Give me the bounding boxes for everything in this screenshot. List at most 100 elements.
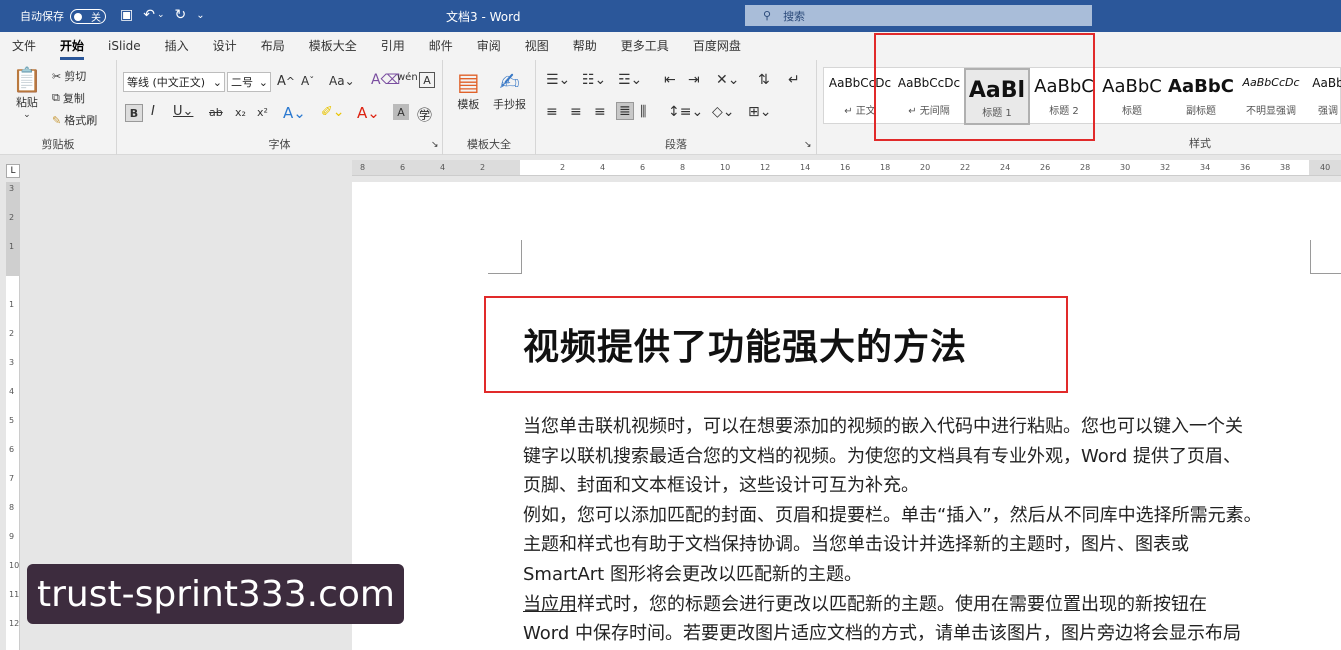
style-6[interactable]: AaBbCcDc 不明显强调	[1236, 68, 1306, 125]
italic-button[interactable]: I	[151, 104, 155, 119]
phonetic-guide-icon[interactable]: wén	[397, 72, 418, 83]
sketch-button[interactable]: ✍ 手抄报	[493, 68, 526, 112]
bullets-icon[interactable]: ☰⌄	[546, 72, 570, 88]
char-shading-icon[interactable]: A	[393, 104, 409, 120]
shrink-font-button[interactable]: Aˇ	[301, 74, 314, 88]
title-bar: 自动保存 关 ▣ ↶ ⌄ ↻ ⌄ 文档3 - Word ⚲ 搜索	[0, 0, 1341, 32]
sort-icon[interactable]: ⇅	[758, 72, 770, 88]
save-icon[interactable]: ▣	[120, 7, 133, 23]
superscript-button[interactable]: x²	[257, 106, 268, 119]
text-effects-icon[interactable]: A⌄	[283, 104, 306, 122]
crop-mark-left	[488, 240, 522, 274]
tab-2[interactable]: iSlide	[96, 32, 153, 60]
tab-6[interactable]: 模板大全	[297, 32, 369, 60]
document-title: 文档3 - Word	[446, 10, 521, 24]
char-border-icon[interactable]: A	[419, 72, 435, 88]
paragraph-group: ☰⌄ ☷⌄ ☲⌄ ⇤ ⇥ ✕⌄ ⇅ ↵ ≡ ≡ ≡ ≣ ⫼ ↕≡⌄ ◇⌄ ⊞⌄ …	[536, 60, 817, 155]
autosave-label: 自动保存	[20, 10, 64, 23]
ruler-label: 28	[1080, 163, 1091, 172]
vertical-ruler[interactable]: 3 2 1 1 2 3 4 5 6 7 8 9 10 11 12	[6, 182, 20, 650]
body-line: 页脚、封面和文本框设计，这些设计可互为补充。	[523, 475, 919, 497]
customize-icon[interactable]: ⌄	[196, 10, 204, 21]
justify-icon[interactable]: ≣	[616, 102, 634, 120]
change-case-button[interactable]: Aa⌄	[329, 74, 355, 88]
bold-button[interactable]: B	[125, 104, 143, 122]
ruler-label: 40	[1320, 163, 1331, 172]
tab-selector[interactable]: L	[6, 164, 20, 178]
tab-3[interactable]: 插入	[153, 32, 201, 60]
redo-icon[interactable]: ↻	[175, 7, 187, 23]
horizontal-ruler[interactable]: 8 6 4 2 2 4 6 8 10 12 14 16 18 20 22 24 26 28 30 32 34 36 38 40	[352, 160, 1341, 176]
tab-5[interactable]: 布局	[249, 32, 297, 60]
enclose-char-icon[interactable]: ㊫	[417, 104, 432, 125]
align-center-icon[interactable]: ≡	[570, 104, 582, 120]
scissors-icon: ✂	[52, 69, 62, 83]
document-body[interactable]: 当您单击联机视频时，可以在想要添加的视频的嵌入代码中进行粘贴。您也可以键入一个关…	[523, 412, 1313, 649]
format-painter-button[interactable]: ✎ 格式刷	[52, 112, 97, 128]
multilevel-list-icon[interactable]: ☲⌄	[618, 72, 642, 88]
body-line: 当您单击联机视频时，可以在想要添加的视频的嵌入代码中进行粘贴。您也可以键入一个关	[523, 416, 1243, 437]
tab-12[interactable]: 更多工具	[609, 32, 681, 60]
underline-button[interactable]: U ⌄	[173, 104, 193, 119]
vruler-label: 10	[9, 561, 20, 570]
strikethrough-button[interactable]: ab	[209, 106, 223, 119]
show-marks-icon[interactable]: ↵	[788, 72, 800, 88]
paste-button[interactable]: 📋 粘贴 ⌄	[12, 66, 42, 120]
style-5[interactable]: AaBbC 副标题	[1168, 68, 1234, 125]
distribute-icon[interactable]: ⫼	[640, 104, 646, 120]
increase-indent-icon[interactable]: ⇥	[688, 72, 700, 88]
tab-4[interactable]: 设计	[201, 32, 249, 60]
ruler-label: 6	[640, 163, 646, 172]
align-left-icon[interactable]: ≡	[546, 104, 558, 120]
chinese-layout-icon[interactable]: ✕⌄	[716, 72, 739, 88]
line-spacing-icon[interactable]: ↕≡⌄	[668, 104, 703, 120]
copy-button[interactable]: ⧉ 复制	[52, 90, 85, 106]
paragraph-group-label: 段落	[665, 138, 687, 151]
tab-7[interactable]: 引用	[369, 32, 417, 60]
style-4[interactable]: AaBbC 标题	[1098, 68, 1166, 125]
watermark: trust-sprint333.com	[27, 564, 404, 624]
clipboard-group: 📋 粘贴 ⌄ ✂ 剪切 ⧉ 复制 ✎ 格式刷 剪贴板	[0, 60, 117, 155]
grow-font-button[interactable]: A ^	[277, 74, 295, 89]
vruler-label: 5	[9, 416, 15, 425]
templates-button[interactable]: ▤ 模板	[457, 68, 480, 112]
ruler-label: 22	[960, 163, 971, 172]
numbering-icon[interactable]: ☷⌄	[582, 72, 606, 88]
ruler-label: 12	[760, 163, 771, 172]
highlight-icon[interactable]: ✐⌄	[321, 104, 344, 120]
tab-1[interactable]: 开始	[48, 32, 96, 60]
shading-icon[interactable]: ◇⌄	[712, 104, 735, 120]
ruler-label: 14	[800, 163, 811, 172]
ruler-label: 16	[840, 163, 851, 172]
search-box[interactable]: ⚲ 搜索	[745, 5, 1092, 26]
ruler-label: 34	[1200, 163, 1211, 172]
tab-10[interactable]: 视图	[513, 32, 561, 60]
undo-dropdown-icon[interactable]: ⌄	[157, 10, 165, 20]
font-size-select[interactable]: 二号 ⌄	[227, 72, 271, 92]
template-group-label: 模板大全	[467, 138, 511, 151]
borders-icon[interactable]: ⊞⌄	[748, 104, 771, 120]
style-7[interactable]: AaBb 强调	[1308, 68, 1341, 125]
undo-icon[interactable]: ↶	[143, 7, 155, 23]
font-color-icon[interactable]: A⌄	[357, 104, 380, 122]
decrease-indent-icon[interactable]: ⇤	[664, 72, 676, 88]
ruler-label: 8	[360, 163, 366, 172]
clear-format-icon[interactable]: A⌫	[371, 72, 400, 88]
tab-11[interactable]: 帮助	[561, 32, 609, 60]
font-name-select[interactable]: 等线 (中文正文) ⌄	[123, 72, 225, 92]
subscript-button[interactable]: x₂	[235, 106, 246, 119]
body-line: 当应用样式时，您的标题会进行更改以匹配新的主题。使用在需要位置出现的新按钮在	[523, 593, 1207, 615]
cut-button[interactable]: ✂ 剪切	[52, 68, 86, 84]
tab-9[interactable]: 审阅	[465, 32, 513, 60]
align-right-icon[interactable]: ≡	[594, 104, 606, 120]
ribbon: 📋 粘贴 ⌄ ✂ 剪切 ⧉ 复制 ✎ 格式刷 剪贴板 等线 (中文正文) ⌄ 二号 ⌄ A…	[0, 60, 1341, 155]
autosave-toggle[interactable]: 自动保存 关	[20, 8, 106, 24]
body-line: 键字以联机搜索最适合您的文档的视频。为使您的文档具有专业外观，Word 提供了页…	[523, 445, 1241, 467]
font-dialog-launcher-icon[interactable]: ↘	[431, 140, 439, 150]
tab-8[interactable]: 邮件	[417, 32, 465, 60]
autosave-switch[interactable]: 关	[70, 8, 106, 24]
tab-13[interactable]: 百度网盘	[681, 32, 753, 60]
tab-0[interactable]: 文件	[0, 32, 48, 60]
paragraph-dialog-launcher-icon[interactable]: ↘	[804, 140, 812, 150]
vruler-label: 3	[9, 184, 15, 193]
